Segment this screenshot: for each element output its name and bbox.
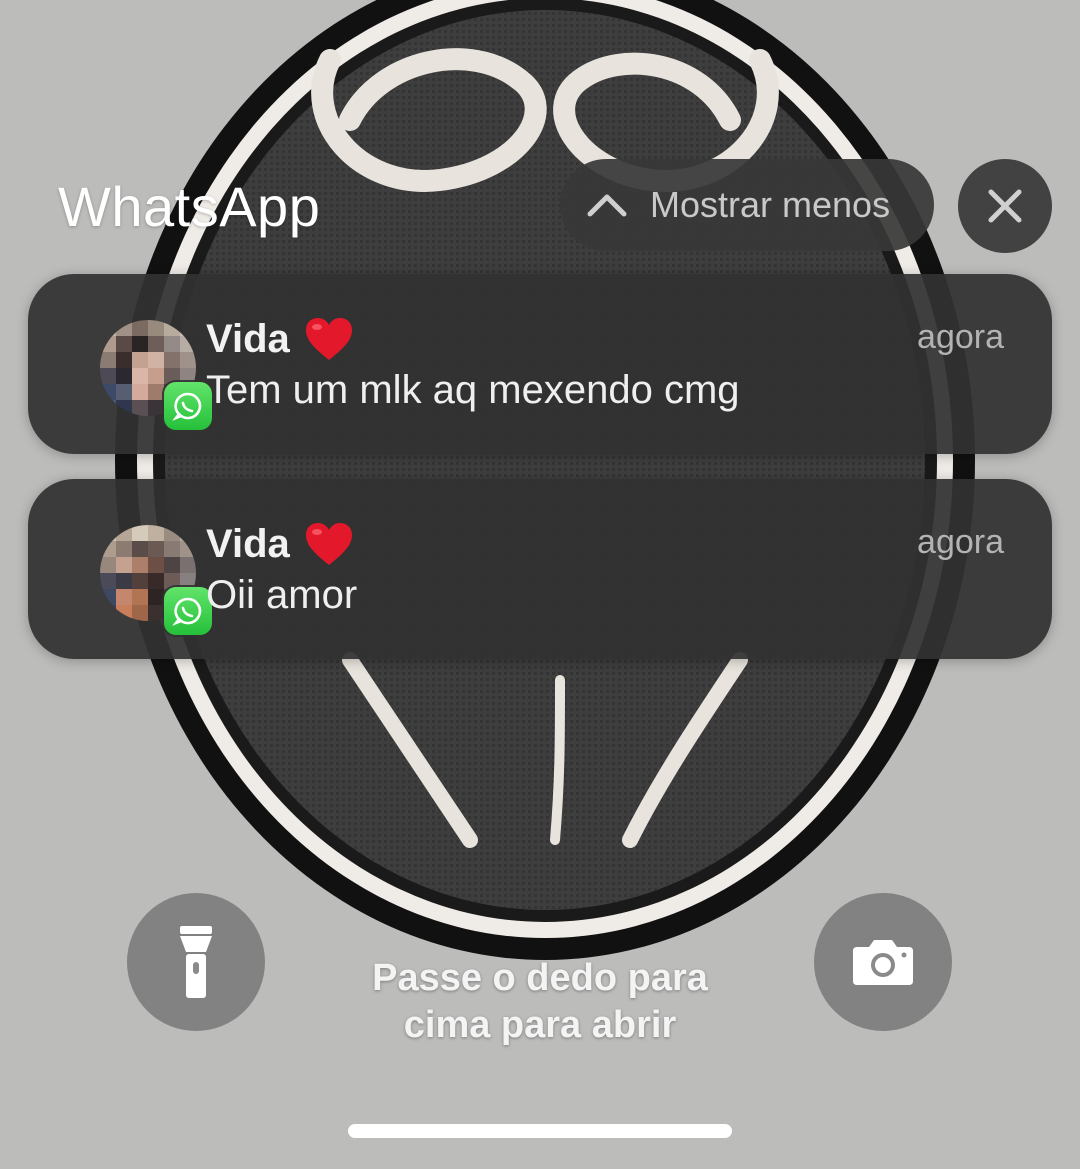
camera-button[interactable]: [814, 893, 952, 1031]
notification-time: agora: [917, 523, 1004, 561]
unlock-hint-line: Passe o dedo para: [372, 957, 708, 999]
whatsapp-icon: [164, 587, 212, 635]
notification-sender: Vida: [206, 521, 354, 567]
contact-avatar-container: [100, 525, 212, 635]
camera-icon: [853, 940, 913, 985]
heart-icon: [305, 318, 352, 360]
notification-time: agora: [917, 318, 1004, 356]
flashlight-icon: [180, 926, 212, 998]
notification-message: Oii amor: [206, 573, 358, 617]
notification-group-title: WhatsApp: [58, 175, 321, 238]
unlock-hint-line: cima para abrir: [403, 1004, 677, 1046]
home-indicator[interactable]: [348, 1124, 732, 1138]
sender-name: Vida: [206, 521, 290, 566]
heart-icon: [305, 523, 352, 565]
contact-avatar-container: [100, 320, 212, 430]
show-less-button[interactable]: Mostrar menos: [560, 159, 934, 251]
notification-message: Tem um mlk aq mexendo cmg: [206, 368, 740, 412]
notification-card[interactable]: Vida agora Oii amor: [28, 479, 1052, 659]
notification-card[interactable]: Vida agora Tem um mlk aq mexendo cmg: [28, 274, 1052, 454]
whatsapp-icon: [164, 382, 212, 430]
notification-sender: Vida: [206, 316, 354, 362]
unlock-hint: Passe o dedo para cima para abrir: [300, 955, 780, 1049]
sender-name: Vida: [206, 316, 290, 361]
clear-group-button[interactable]: [958, 159, 1052, 253]
show-less-label: Mostrar menos: [650, 184, 891, 225]
flashlight-button[interactable]: [127, 893, 265, 1031]
chevron-up-icon: [587, 194, 627, 217]
close-icon: [988, 189, 1022, 223]
